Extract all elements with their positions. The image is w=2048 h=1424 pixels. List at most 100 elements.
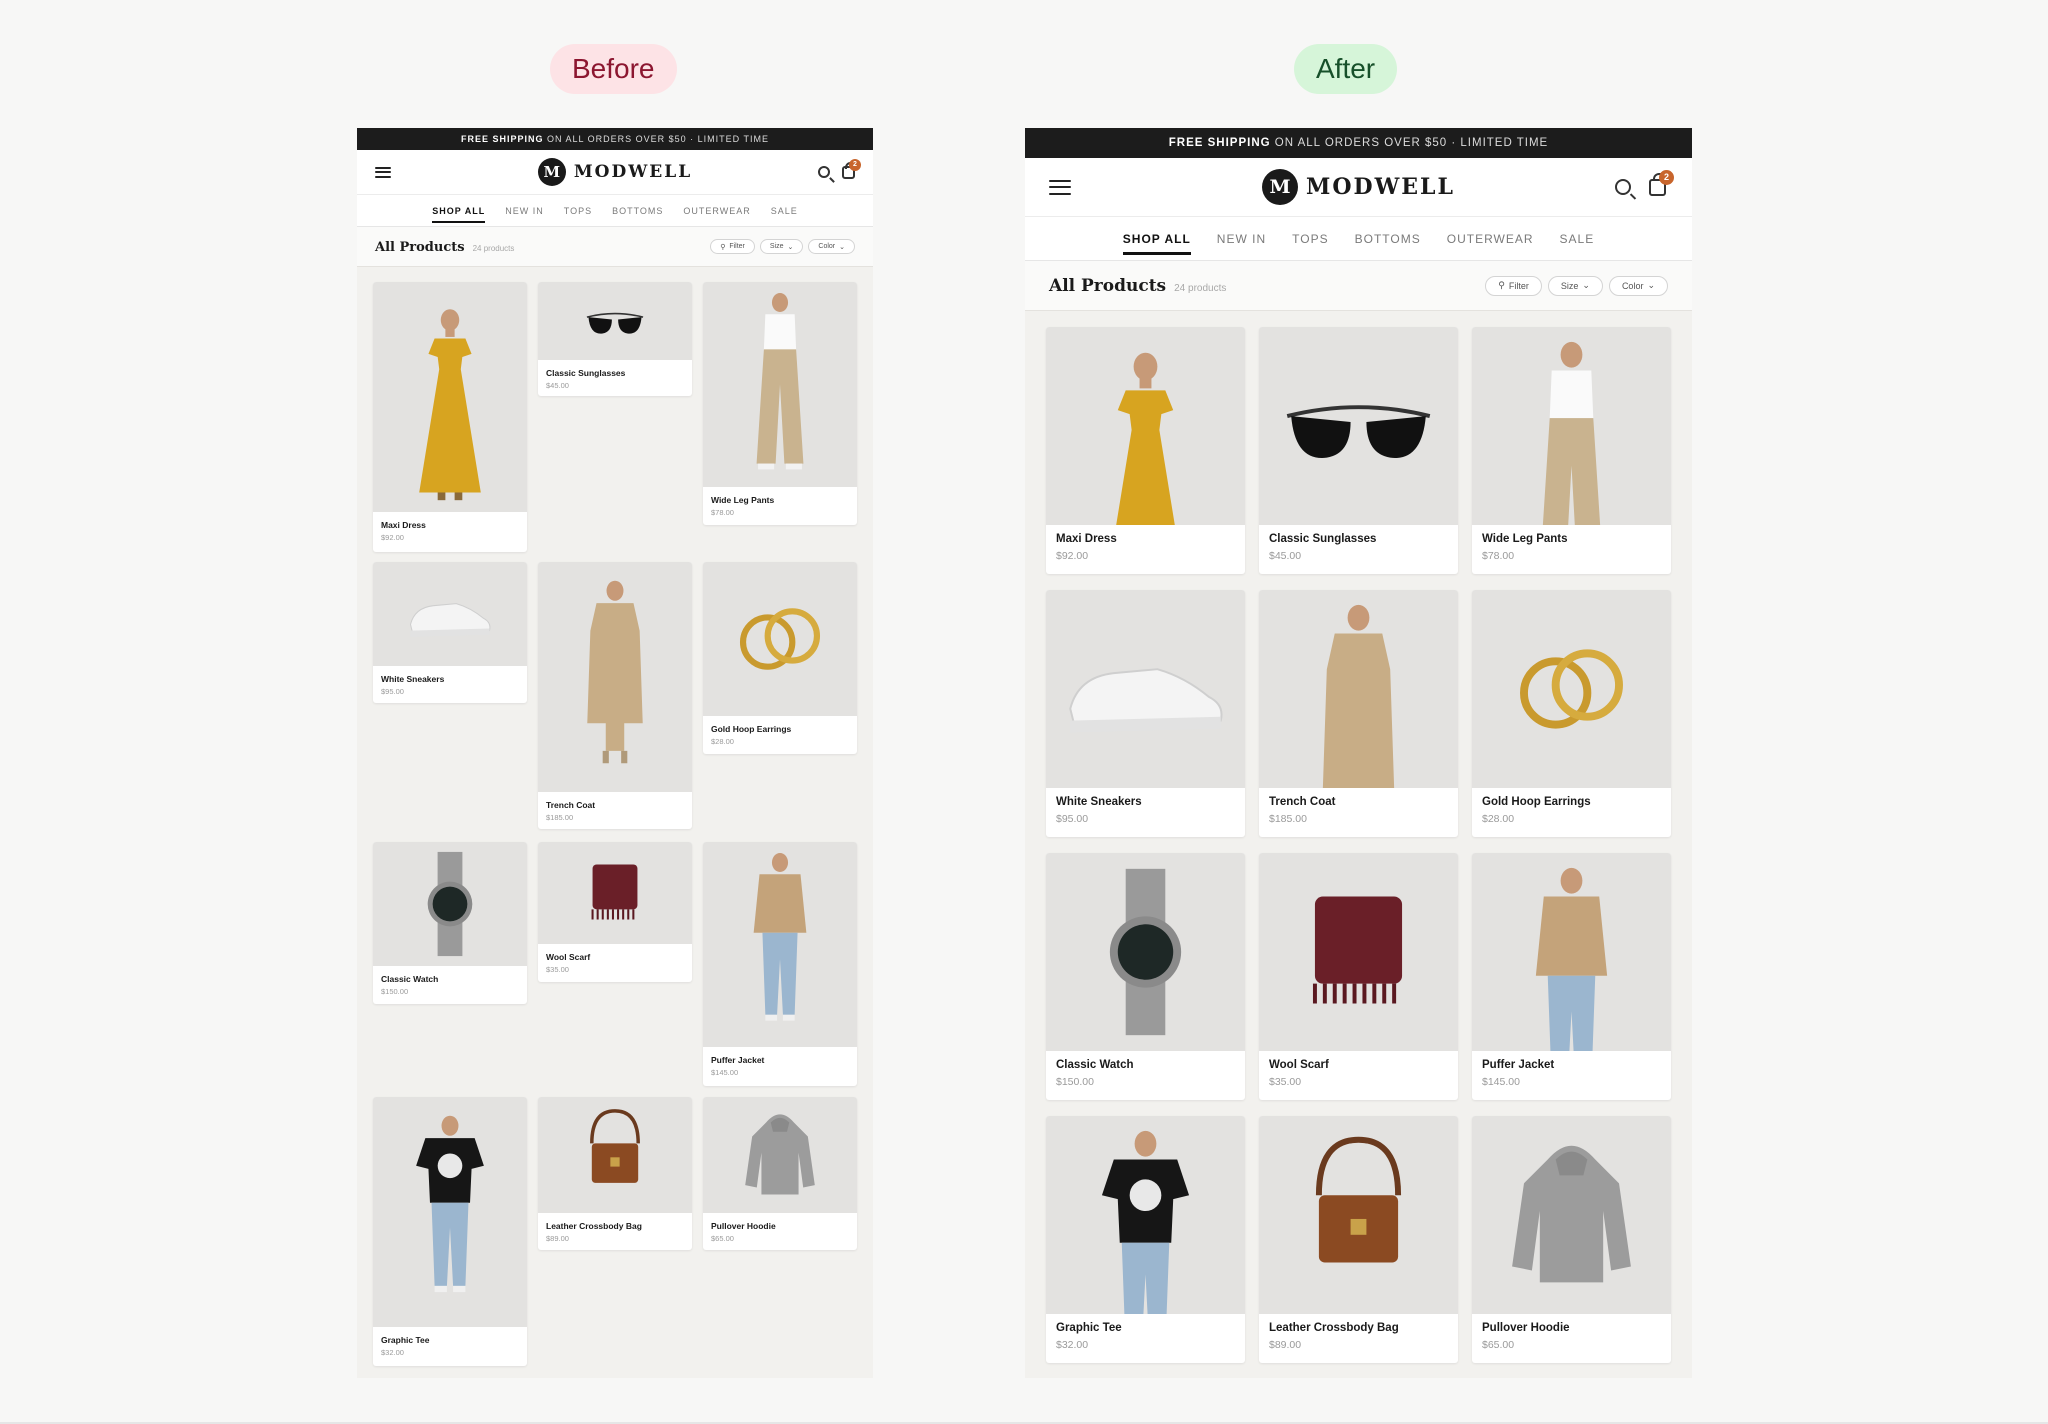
product-name[interactable]: Pullover Hoodie [711,1221,776,1231]
product-card[interactable]: Leather Crossbody Bag $89.00 [1259,1116,1458,1363]
product-price: $28.00 [1482,813,1515,825]
product-name[interactable]: Leather Crossbody Bag [546,1221,642,1231]
product-card[interactable]: Maxi Dress $92.00 [1046,327,1245,574]
product-grid: Maxi Dress $92.00 Classic Sunglasses $45.00… [1025,128,1692,1378]
product-card[interactable]: Classic Sunglasses $45.00 [1259,327,1458,574]
product-price: $95.00 [381,687,404,696]
product-card[interactable]: Pullover Hoodie $65.00 [703,1097,857,1250]
product-name[interactable]: Maxi Dress [1056,533,1117,545]
product-price: $145.00 [1482,1076,1520,1088]
before-screen: FREE SHIPPING ON ALL ORDERS OVER $50 · L… [357,128,873,1378]
wide-leg-pants-icon[interactable] [1472,327,1671,525]
product-name[interactable]: Puffer Jacket [711,1055,764,1065]
product-price: $78.00 [711,508,734,517]
graphic-tee-icon[interactable] [1046,1116,1245,1314]
product-card[interactable]: Trench Coat $185.00 [538,562,692,829]
product-price: $92.00 [381,533,404,542]
product-name[interactable]: White Sneakers [1056,796,1142,808]
scarf-icon[interactable] [1259,853,1458,1051]
product-price: $150.00 [381,987,409,996]
product-card[interactable]: Classic Sunglasses $45.00 [538,282,692,396]
watch-icon[interactable] [1046,853,1245,1051]
product-card[interactable]: Maxi Dress $92.00 [373,282,527,552]
product-name[interactable]: Wide Leg Pants [1482,533,1568,545]
puffer-jacket-icon[interactable] [703,842,857,1047]
hoop-earrings-icon[interactable] [703,562,857,716]
product-card[interactable]: Wide Leg Pants $78.00 [703,282,857,525]
hoodie-icon[interactable] [703,1097,857,1213]
product-card[interactable]: Puffer Jacket $145.00 [703,842,857,1086]
product-card[interactable]: Gold Hoop Earrings $28.00 [703,562,857,754]
product-price: $89.00 [546,1234,569,1243]
product-price: $65.00 [1482,1339,1515,1351]
product-price: $185.00 [546,813,574,822]
before-label: Before [550,44,677,94]
product-name[interactable]: Graphic Tee [381,1335,430,1345]
product-name[interactable]: Wide Leg Pants [711,495,774,505]
sunglasses-icon[interactable] [1259,327,1458,525]
product-card[interactable]: White Sneakers $95.00 [1046,590,1245,837]
sunglasses-icon[interactable] [538,282,692,360]
product-name[interactable]: Maxi Dress [381,520,426,530]
product-price: $185.00 [1269,813,1307,825]
hoop-earrings-icon[interactable] [1472,590,1671,788]
product-price: $92.00 [1056,550,1089,562]
product-name[interactable]: Classic Sunglasses [1269,533,1376,545]
product-name[interactable]: Classic Watch [381,974,438,984]
trench-coat-icon[interactable] [1259,590,1458,788]
watch-icon[interactable] [373,842,527,966]
product-price: $32.00 [1056,1339,1089,1351]
product-name[interactable]: Classic Sunglasses [546,368,625,378]
product-name[interactable]: Trench Coat [1269,796,1335,808]
after-screen: FREE SHIPPING ON ALL ORDERS OVER $50 · L… [1025,128,1692,1378]
product-name[interactable]: Gold Hoop Earrings [711,724,791,734]
product-price: $65.00 [711,1234,734,1243]
graphic-tee-icon[interactable] [373,1097,527,1327]
product-name[interactable]: Classic Watch [1056,1059,1134,1071]
sneakers-icon[interactable] [373,562,527,666]
crossbody-bag-icon[interactable] [1259,1116,1458,1314]
maxi-dress-icon[interactable] [1046,327,1245,525]
product-card[interactable]: White Sneakers $95.00 [373,562,527,703]
product-name[interactable]: Trench Coat [546,800,595,810]
product-price: $89.00 [1269,1339,1302,1351]
product-name[interactable]: Leather Crossbody Bag [1269,1322,1399,1334]
product-name[interactable]: Pullover Hoodie [1482,1322,1570,1334]
product-price: $145.00 [711,1068,739,1077]
crossbody-bag-icon[interactable] [538,1097,692,1213]
product-card[interactable]: Gold Hoop Earrings $28.00 [1472,590,1671,837]
product-price: $35.00 [546,965,569,974]
product-card[interactable]: Graphic Tee $32.00 [1046,1116,1245,1363]
maxi-dress-icon[interactable] [373,282,527,512]
product-name[interactable]: Gold Hoop Earrings [1482,796,1591,808]
after-label: After [1294,44,1398,94]
scarf-icon[interactable] [538,842,692,944]
product-name[interactable]: Wool Scarf [546,952,590,962]
product-name[interactable]: White Sneakers [381,674,444,684]
product-card[interactable]: Puffer Jacket $145.00 [1472,853,1671,1100]
product-price: $35.00 [1269,1076,1302,1088]
hoodie-icon[interactable] [1472,1116,1671,1314]
product-price: $95.00 [1056,813,1089,825]
product-card[interactable]: Wide Leg Pants $78.00 [1472,327,1671,574]
product-card[interactable]: Trench Coat $185.00 [1259,590,1458,837]
wide-leg-pants-icon[interactable] [703,282,857,487]
product-price: $45.00 [1269,550,1302,562]
product-card[interactable]: Classic Watch $150.00 [1046,853,1245,1100]
product-card[interactable]: Classic Watch $150.00 [373,842,527,1004]
product-name[interactable]: Graphic Tee [1056,1322,1122,1334]
product-card[interactable]: Leather Crossbody Bag $89.00 [538,1097,692,1250]
product-card[interactable]: Wool Scarf $35.00 [538,842,692,982]
product-price: $45.00 [546,381,569,390]
puffer-jacket-icon[interactable] [1472,853,1671,1051]
product-grid: Maxi Dress $92.00 Classic Sunglasses $45.00… [357,128,873,1378]
sneakers-icon[interactable] [1046,590,1245,788]
product-card[interactable]: Wool Scarf $35.00 [1259,853,1458,1100]
product-price: $78.00 [1482,550,1515,562]
product-name[interactable]: Wool Scarf [1269,1059,1329,1071]
product-card[interactable]: Graphic Tee $32.00 [373,1097,527,1366]
product-name[interactable]: Puffer Jacket [1482,1059,1554,1071]
product-card[interactable]: Pullover Hoodie $65.00 [1472,1116,1671,1363]
product-price: $32.00 [381,1348,404,1357]
trench-coat-icon[interactable] [538,562,692,792]
